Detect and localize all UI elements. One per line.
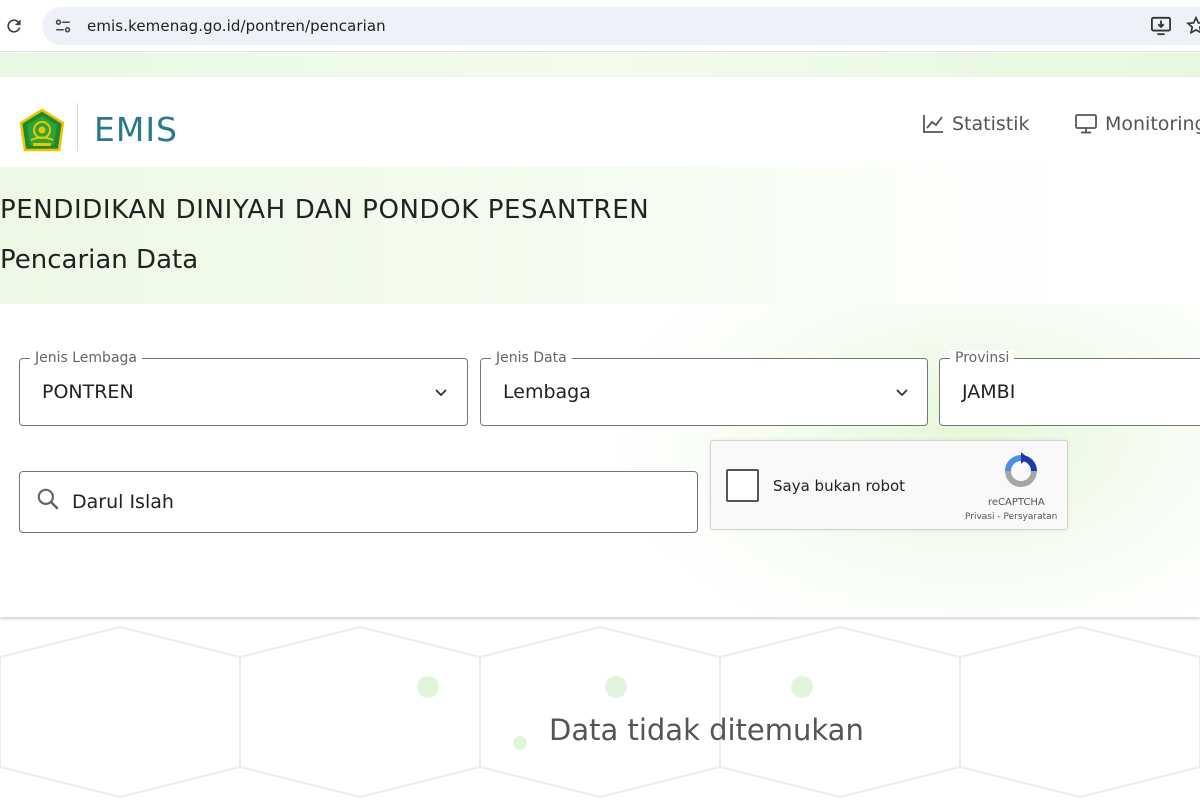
jenis-data-value: Lembaga [503, 381, 591, 403]
chevron-down-icon [896, 389, 908, 397]
browser-toolbar: emis.kemenag.go.id/pontren/pencarian [0, 0, 1200, 52]
jenis-lembaga-select[interactable]: Jenis Lembaga PONTREN [19, 350, 468, 426]
recaptcha-terms-link[interactable]: Persyaratan [1004, 512, 1058, 522]
recaptcha-checkbox[interactable] [726, 469, 759, 502]
install-app-icon[interactable] [1150, 16, 1172, 36]
recaptcha-links: Privasi - Persyaratan [965, 512, 1057, 522]
bookmark-icon[interactable] [1185, 15, 1200, 37]
recaptcha-widget: Saya bukan robot reCAPTCHA Privasi - Per… [710, 440, 1068, 530]
search-card: EMIS Statistik Monitoring PENDIDIKAN DIN… [0, 77, 1200, 617]
recaptcha-link-separator: - [994, 512, 1004, 522]
no-data-message: Data tidak ditemukan [549, 713, 864, 747]
emis-logo-text[interactable]: EMIS [94, 110, 178, 149]
hexagon-pattern-background [0, 625, 1200, 799]
search-input[interactable]: Darul Islah [19, 471, 698, 533]
provinsi-value: JAMBI [962, 381, 1016, 403]
search-icon [37, 488, 59, 510]
nav-statistik[interactable]: Statistik [922, 113, 1030, 135]
jenis-data-label: Jenis Data [491, 350, 572, 366]
jenis-lembaga-label: Jenis Lembaga [30, 350, 142, 366]
chart-line-icon [923, 115, 943, 133]
top-strip [0, 53, 1200, 77]
url-text[interactable]: emis.kemenag.go.id/pontren/pencarian [87, 17, 386, 35]
page: EMIS Statistik Monitoring PENDIDIKAN DIN… [0, 53, 1200, 800]
jenis-lembaga-value: PONTREN [42, 381, 134, 403]
recaptcha-brand: reCAPTCHA [988, 497, 1045, 508]
kemenag-emblem-icon[interactable] [18, 109, 66, 155]
provinsi-select[interactable]: Provinsi JAMBI [939, 350, 1200, 426]
nav-monitoring-label: Monitoring [1105, 113, 1200, 135]
logo-divider [77, 103, 78, 151]
site-info-icon[interactable] [54, 17, 72, 35]
address-bar[interactable]: emis.kemenag.go.id/pontren/pencarian [42, 7, 1200, 45]
hero-band [0, 167, 1200, 304]
page-subtitle: Pencarian Data [0, 245, 199, 275]
search-value[interactable]: Darul Islah [72, 491, 174, 513]
reload-icon[interactable] [4, 16, 24, 36]
nav-monitoring[interactable]: Monitoring [1075, 113, 1200, 135]
jenis-data-select[interactable]: Jenis Data Lembaga [480, 350, 928, 426]
nav-statistik-label: Statistik [952, 113, 1030, 135]
monitor-icon [1075, 114, 1097, 134]
recaptcha-label: Saya bukan robot [773, 477, 906, 495]
page-title: PENDIDIKAN DINIYAH DAN PONDOK PESANTREN [0, 195, 650, 225]
recaptcha-privacy-link[interactable]: Privasi [965, 512, 995, 522]
recaptcha-logo-icon [1005, 452, 1037, 487]
chevron-down-icon [435, 389, 447, 397]
provinsi-label: Provinsi [950, 350, 1015, 366]
